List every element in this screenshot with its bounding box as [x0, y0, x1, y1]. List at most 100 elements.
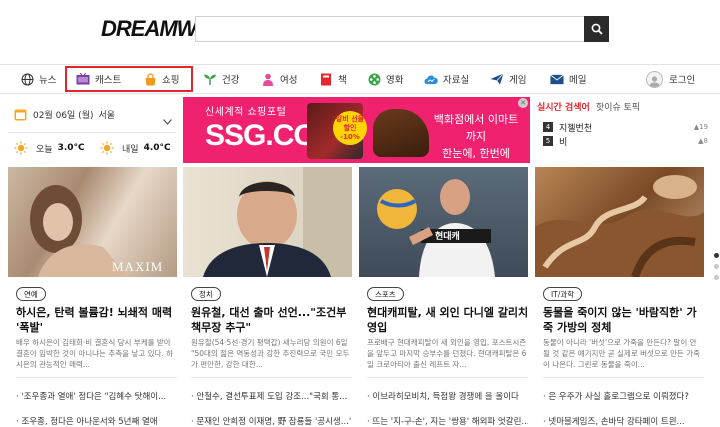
- pagination-dots: [714, 253, 719, 286]
- article-image[interactable]: 현대캐: [359, 167, 528, 277]
- nav-label: 뉴스: [39, 75, 57, 86]
- article-desc: 동물이 아니라 '버섯'으로 가죽을 만든다? 말이 안 될 것 같은 얘기지만…: [543, 338, 701, 369]
- search-icon: [591, 23, 603, 35]
- pagination-dot[interactable]: [714, 275, 719, 280]
- category-badge[interactable]: 정치: [191, 287, 221, 301]
- mail-icon: [550, 72, 564, 86]
- article-photo-shape: [203, 167, 352, 277]
- search-button[interactable]: [584, 16, 609, 42]
- nav-highlight-box: [65, 66, 193, 92]
- weather-expand-chevron[interactable]: [163, 110, 172, 129]
- related-list: · 은 우주가 사실 홀로그램으로 이뤄졌다? · 넷마블게임즈, 손바닥 강타…: [543, 383, 704, 427]
- article-image[interactable]: MAXIM: [8, 167, 177, 277]
- category-badge[interactable]: 스포츠: [367, 287, 404, 301]
- ssg-ad-banner[interactable]: 신세계적 쇼핑포털 SSG.COM 갈비 선물 할인 -10% 백화점에서 이마…: [183, 97, 530, 163]
- divider: [16, 377, 177, 378]
- nav-label: 건강: [222, 75, 240, 86]
- nav-label: 게임: [509, 75, 527, 86]
- list-item[interactable]: 5 비 ▲8: [543, 134, 708, 148]
- related-list: · 안철수, 결선투표제 도입 강조..."국회 통... · 문재인 안희정 …: [191, 383, 352, 427]
- nav-item-health[interactable]: 건강: [203, 65, 239, 93]
- tab-realtime-search[interactable]: 실시간 검색어: [537, 100, 590, 113]
- article-desc: 배우 하시은이 김태희·비 결혼식 당시 부케를 받아 결혼이 임박한 것이 아…: [16, 338, 174, 369]
- nav-item-mail[interactable]: 메일: [550, 65, 586, 93]
- login-label: 로그인: [669, 75, 696, 86]
- divider: [367, 377, 528, 378]
- pagination-dot[interactable]: [714, 253, 719, 258]
- article-card[interactable]: 현대캐 스포츠 현대캐피탈, 새 외인 다니엘 갈리치 영입 프로배구 현대캐피…: [359, 167, 528, 427]
- weather-today: 오늘 3.0°C: [14, 141, 85, 155]
- related-link[interactable]: · 뜨는 '지-구-손', 지는 '쌍용' 해외파 엇갈린...: [367, 408, 528, 427]
- film-reel-icon: [367, 72, 381, 86]
- related-link[interactable]: · 은 우주가 사실 홀로그램으로 이뤄졌다?: [543, 383, 704, 408]
- nav-item-downloads[interactable]: 자료실: [424, 65, 469, 93]
- nav-item-games[interactable]: 게임: [490, 65, 526, 93]
- list-item[interactable]: 4 지젤번천 ▲19: [543, 120, 708, 134]
- article-photo-shape: [535, 175, 704, 277]
- ad-right-text: 백화점에서 이마트까지 한눈에, 한번에: [431, 111, 521, 162]
- keyword: 지젤번천: [559, 123, 593, 134]
- nav-item-news[interactable]: 뉴스: [20, 65, 56, 93]
- related-list: · '조우종과 열애' 정다은 "김혜수 탓해이... · 조우종, 정다은 아…: [16, 383, 177, 427]
- related-link[interactable]: · 조우종, 정다은 아나운서와 5년째 열애: [16, 408, 177, 427]
- realtime-keywords: 실시간 검색어 핫이슈 토픽 4 지젤번천 ▲19 5 비 ▲8: [537, 100, 712, 164]
- rank-number: 5: [543, 136, 553, 146]
- weather-tomorrow-label: 내일: [122, 144, 139, 155]
- article-card[interactable]: MAXIM 연예 하시은, 탄력 볼륨감! 뇌쇄적 매력 '폭발' 배우 하시은…: [8, 167, 177, 427]
- nav-label: 영화: [386, 75, 404, 86]
- article-title[interactable]: 원유철, 대선 출마 선언..."조건부 책무장 추구": [191, 305, 353, 335]
- chevron-down-icon: [163, 119, 172, 125]
- avatar-icon: [646, 70, 663, 88]
- rank-change: ▲8: [698, 137, 708, 145]
- weather-location[interactable]: 서울: [99, 108, 116, 121]
- weather-date-row: 02월 06일 (월) 서울: [14, 108, 115, 121]
- article-desc: 프로배구 현대캐피탈이 새 외인을 영입, 포스트시즌을 앞두고 마지막 승부수…: [367, 338, 527, 369]
- article-card[interactable]: IT/과학 동물을 죽이지 않는 '바람직한' 가죽 가방의 정체 동물이 아니…: [535, 167, 704, 427]
- header: DREAMWIZ: [0, 0, 720, 64]
- ad-discount-badge: 갈비 선물 할인 -10%: [333, 111, 367, 145]
- pagination-dot[interactable]: [714, 264, 719, 269]
- article-photo-shape: [377, 179, 495, 277]
- tab-hot-issue[interactable]: 핫이슈 토픽: [596, 100, 640, 113]
- nav-item-women[interactable]: 여성: [261, 65, 297, 93]
- login-button[interactable]: 로그인: [646, 65, 695, 93]
- rank-change: ▲19: [693, 123, 708, 131]
- realtime-list: 4 지젤번천 ▲19 5 비 ▲8: [543, 120, 708, 148]
- realtime-tabs: 실시간 검색어 핫이슈 토픽: [537, 100, 712, 113]
- weather-today-temp: 3.0°C: [57, 143, 85, 153]
- article-desc: 원유철(54·5선·경기 평택갑) 새누리당 의원이 6일 "50대의 젊은 역…: [191, 338, 350, 369]
- ad-shoes-image: [373, 109, 429, 157]
- divider: [191, 377, 352, 378]
- ad-close-icon[interactable]: ✕: [518, 98, 528, 108]
- woman-icon: [261, 72, 275, 86]
- nav-item-books[interactable]: 책: [319, 65, 347, 93]
- article-card[interactable]: 정치 원유철, 대선 출마 선언..."조건부 책무장 추구" 원유철(54·5…: [183, 167, 352, 427]
- related-link[interactable]: · 넷마블게임즈, 손바닥 강타페이 트윈...: [543, 408, 704, 427]
- article-title[interactable]: 동물을 죽이지 않는 '바람직한' 가죽 가방의 정체: [543, 305, 705, 335]
- related-link[interactable]: · 안철수, 결선투표제 도입 강조..."국회 통...: [191, 383, 352, 408]
- ad-right-line2: 한눈에, 한번에: [442, 147, 510, 160]
- article-title[interactable]: 하시은, 탄력 볼륨감! 뇌쇄적 매력 '폭발': [16, 305, 178, 335]
- weather-tomorrow-temp: 4.0°C: [143, 143, 171, 153]
- nav-label: 여성: [280, 75, 298, 86]
- search-input[interactable]: [196, 17, 584, 41]
- nav-label: 자료실: [443, 75, 470, 86]
- calendar-icon: [14, 109, 27, 121]
- jersey-text: 현대캐: [435, 232, 460, 242]
- article-title[interactable]: 현대캐피탈, 새 외인 다니엘 갈리치 영입: [367, 305, 529, 335]
- category-badge[interactable]: 연예: [16, 287, 46, 301]
- weather-date: 02월 06일 (월): [33, 111, 94, 121]
- related-link[interactable]: · '조우종과 열애' 정다은 "김혜수 탓해이...: [16, 383, 177, 408]
- nav-item-movies[interactable]: 영화: [367, 65, 403, 93]
- sprout-icon: [203, 72, 217, 86]
- related-link[interactable]: · 이브라히모비치, 득점왕 경쟁에 을 올이다: [367, 383, 528, 408]
- weather-today-label: 오늘: [36, 144, 53, 155]
- related-link[interactable]: · 문재인 안희정 이재명, 野 잠룡들 '공시생...': [191, 408, 352, 427]
- ad-right-line1: 백화점에서 이마트까지: [433, 113, 519, 143]
- book-icon: [319, 72, 333, 86]
- category-badge[interactable]: IT/과학: [543, 287, 583, 301]
- article-image[interactable]: [535, 167, 704, 277]
- article-image[interactable]: [183, 167, 352, 277]
- cloud-icon: [424, 72, 438, 86]
- divider: [543, 377, 704, 378]
